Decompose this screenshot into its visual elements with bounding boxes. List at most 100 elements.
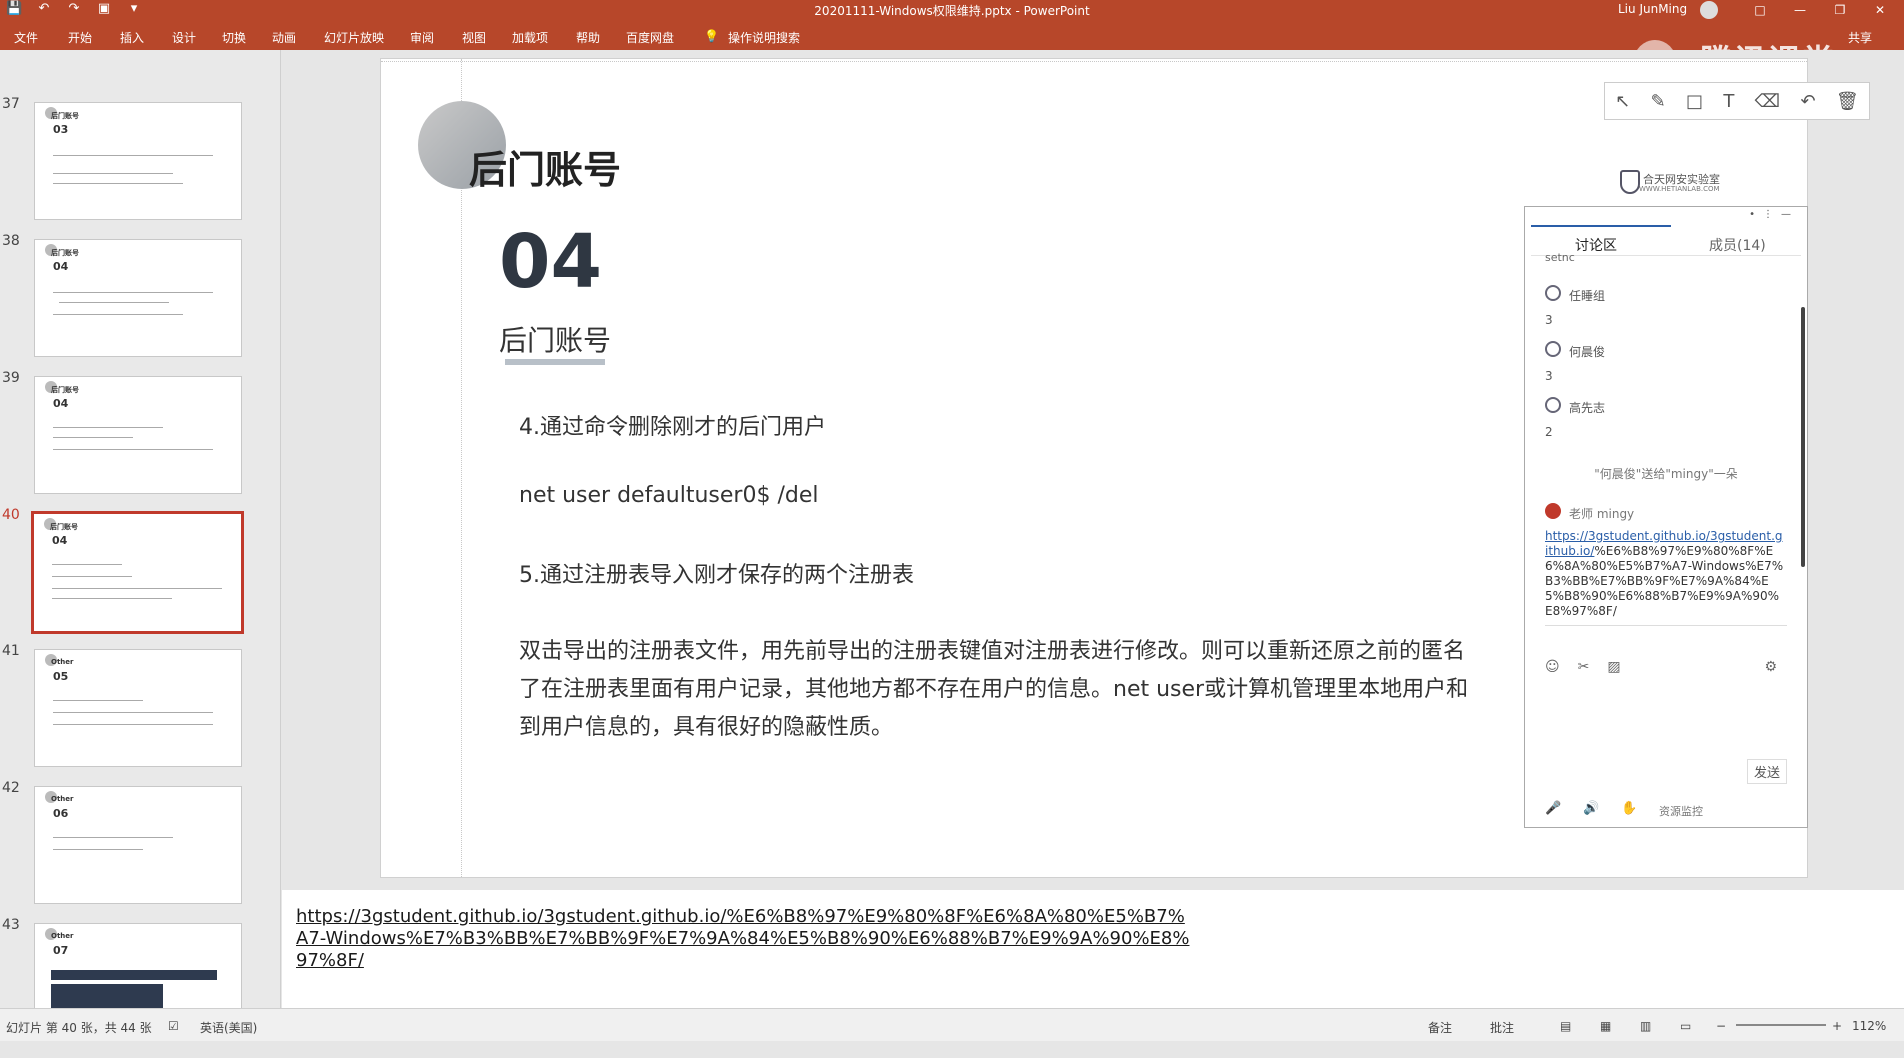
tab-home[interactable]: 开始 bbox=[68, 29, 92, 46]
step-5-text[interactable]: 5.通过注册表导入刚才保存的两个注册表 bbox=[519, 557, 914, 589]
zoom-level[interactable]: 112% bbox=[1852, 1019, 1886, 1033]
guide-line bbox=[381, 61, 1807, 62]
tab-review[interactable]: 审阅 bbox=[410, 29, 434, 46]
speaker-icon[interactable]: 🔊 bbox=[1583, 801, 1599, 816]
thumbnail-image bbox=[51, 984, 163, 1008]
text-icon[interactable]: T bbox=[1723, 91, 1734, 112]
notes-link[interactable]: https://3gstudent.github.io/3gstudent.gi… bbox=[296, 906, 1196, 972]
tab-transitions[interactable]: 切换 bbox=[222, 29, 246, 46]
settings-icon[interactable]: ⚙ bbox=[1764, 659, 1777, 675]
normal-view-icon[interactable]: ▤ bbox=[1560, 1019, 1571, 1033]
zoom-slider[interactable] bbox=[1736, 1024, 1826, 1026]
thumbnail-title: Other bbox=[51, 658, 74, 666]
chat-scrollbar[interactable] bbox=[1801, 307, 1805, 567]
tell-me-search[interactable]: 操作说明搜索 bbox=[728, 29, 800, 46]
undo-icon[interactable]: ↶ bbox=[1800, 91, 1815, 112]
tab-design[interactable]: 设计 bbox=[172, 29, 196, 46]
thumbnail-number: 43 bbox=[2, 917, 20, 933]
thumbnail-42[interactable]: Other 06 bbox=[34, 786, 242, 904]
ribbon-display-options-button[interactable]: □ bbox=[1740, 0, 1780, 20]
thumbnail-39[interactable]: 后门账号 04 bbox=[34, 376, 242, 494]
section-number[interactable]: 04 bbox=[499, 219, 602, 305]
user-avatar-icon bbox=[1545, 341, 1561, 357]
status-bar: 幻灯片 第 40 张，共 44 张 ☑ 英语(美国) 备注 批注 ▤ ▦ ▥ ▭… bbox=[0, 1008, 1904, 1041]
thumbnail-section: 06 bbox=[53, 807, 69, 820]
thumbnail-text bbox=[53, 155, 213, 156]
zoom-out-button[interactable]: − bbox=[1716, 1019, 1726, 1033]
thumbnail-43[interactable]: Other 07 bbox=[34, 923, 242, 1010]
tab-help[interactable]: 帮助 bbox=[576, 29, 600, 46]
chat-message: 3 bbox=[1545, 313, 1553, 327]
pointer-icon[interactable]: ↖ bbox=[1615, 91, 1630, 112]
active-tab-indicator bbox=[1531, 225, 1671, 227]
delete-icon[interactable]: 🗑 bbox=[1836, 91, 1859, 112]
user-name[interactable]: Liu JunMing bbox=[1618, 2, 1687, 16]
image-icon[interactable]: ▨ bbox=[1607, 659, 1620, 675]
clipped-message: setnc bbox=[1545, 251, 1575, 264]
microphone-icon[interactable]: 🎤 bbox=[1545, 801, 1561, 816]
language-indicator[interactable]: 英语(美国) bbox=[200, 1019, 257, 1036]
shield-logo-icon bbox=[1620, 170, 1640, 194]
tab-animations[interactable]: 动画 bbox=[272, 29, 296, 46]
notes-pane[interactable]: https://3gstudent.github.io/3gstudent.gi… bbox=[282, 890, 1904, 1008]
chat-tools: ☺ ✂ ▨ bbox=[1545, 659, 1621, 675]
thumbnail-text bbox=[53, 173, 173, 174]
close-button[interactable]: ✕ bbox=[1860, 0, 1900, 20]
scissors-icon[interactable]: ✂ bbox=[1578, 659, 1590, 675]
zoom-in-button[interactable]: + bbox=[1832, 1019, 1842, 1033]
tab-baidu-netdisk[interactable]: 百度网盘 bbox=[626, 29, 674, 46]
chat-username: 何晨俊 bbox=[1569, 345, 1606, 359]
step-4-text[interactable]: 4.通过命令删除刚才的后门用户 bbox=[519, 409, 826, 441]
avatar[interactable] bbox=[1700, 1, 1718, 19]
eraser-icon[interactable]: ⌫ bbox=[1755, 91, 1780, 112]
tab-members[interactable]: 成员(14) bbox=[1709, 235, 1766, 255]
share-button[interactable]: 共享 bbox=[1848, 29, 1872, 46]
thumbnail-text bbox=[52, 576, 132, 577]
reading-view-icon[interactable]: ▥ bbox=[1640, 1019, 1651, 1033]
pen-icon[interactable]: ✎ bbox=[1651, 91, 1666, 112]
paragraph-line-2[interactable]: 了在注册表里面有用户记录，其他地方都不存在用户的信息。net user或计算机管… bbox=[519, 671, 1468, 703]
tab-addins[interactable]: 加载项 bbox=[512, 29, 548, 46]
tab-view[interactable]: 视图 bbox=[462, 29, 486, 46]
resource-monitor-label[interactable]: 资源监控 bbox=[1659, 803, 1703, 819]
thumbnail-41[interactable]: Other 05 bbox=[34, 649, 242, 767]
discussion-panel: •⋮— 讨论区 成员(14) setnc 任睡组 3 何晨俊 3 高先志 2 "… bbox=[1524, 206, 1808, 828]
comments-button[interactable]: 批注 bbox=[1490, 1019, 1514, 1036]
chat-message: 2 bbox=[1545, 425, 1553, 439]
thumbnail-number: 39 bbox=[2, 370, 20, 386]
tab-slideshow[interactable]: 幻灯片放映 bbox=[324, 29, 384, 46]
accessibility-icon[interactable]: ☑ bbox=[168, 1019, 179, 1033]
thumbnail-title: 后门账号 bbox=[51, 112, 79, 120]
slideshow-icon[interactable]: ▭ bbox=[1680, 1019, 1691, 1033]
thumbnail-text bbox=[53, 712, 213, 713]
paragraph-line-3[interactable]: 到用户信息的，具有很好的隐蔽性质。 bbox=[519, 709, 893, 741]
restore-button[interactable]: ❐ bbox=[1820, 0, 1860, 20]
thumbnail-title: 后门账号 bbox=[51, 249, 79, 257]
brand-url: WWW.HETIANLAB.COM bbox=[1639, 185, 1720, 193]
thumbnail-40-selected[interactable]: 后门账号 04 bbox=[31, 511, 244, 634]
slide-heading[interactable]: 后门账号 bbox=[469, 139, 621, 194]
thumbnail-title: 后门账号 bbox=[51, 386, 79, 394]
notes-button[interactable]: 备注 bbox=[1428, 1019, 1452, 1036]
paragraph-line-1[interactable]: 双击导出的注册表文件，用先前导出的注册表键值对注册表进行修改。则可以重新还原之前… bbox=[519, 633, 1465, 665]
minimize-button[interactable]: — bbox=[1780, 0, 1820, 20]
tab-discussion[interactable]: 讨论区 bbox=[1575, 235, 1617, 255]
thumbnails-scrollbar[interactable] bbox=[265, 108, 275, 1058]
thumbnail-37[interactable]: 后门账号 03 bbox=[34, 102, 242, 220]
slide-sorter-icon[interactable]: ▦ bbox=[1600, 1019, 1611, 1033]
thumbnail-text bbox=[53, 724, 213, 725]
tab-file[interactable]: 文件 bbox=[14, 29, 38, 46]
rectangle-icon[interactable]: □ bbox=[1686, 91, 1703, 112]
send-button[interactable]: 发送 bbox=[1746, 759, 1787, 784]
panel-controls[interactable]: •⋮— bbox=[1749, 209, 1799, 220]
thumbnail-text bbox=[53, 449, 213, 450]
emoji-icon[interactable]: ☺ bbox=[1545, 659, 1560, 675]
thumbnail-38[interactable]: 后门账号 04 bbox=[34, 239, 242, 357]
thumbnail-text bbox=[53, 314, 183, 315]
command-text[interactable]: net user defaultuser0$ /del bbox=[519, 483, 818, 508]
thumbnail-title: Other bbox=[51, 932, 74, 940]
thumbnail-section: 04 bbox=[53, 260, 69, 273]
hand-icon[interactable]: ✋ bbox=[1621, 801, 1637, 816]
tab-insert[interactable]: 插入 bbox=[120, 29, 144, 46]
section-subtitle[interactable]: 后门账号 bbox=[499, 319, 611, 359]
